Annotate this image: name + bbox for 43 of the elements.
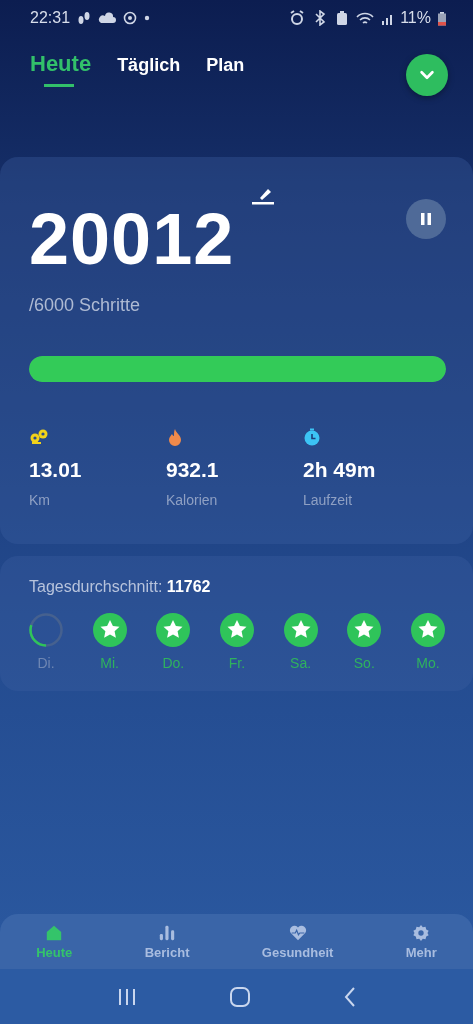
day-label: Di. <box>37 655 55 671</box>
day-label: So. <box>353 655 375 671</box>
stat-value: 13.01 <box>29 458 82 482</box>
location-pins-icon <box>29 428 49 446</box>
step-count: 20012 <box>29 203 235 275</box>
cloud-icon <box>98 11 117 25</box>
day-label: Sa. <box>290 655 312 671</box>
settings-icon <box>412 923 431 942</box>
dot-icon <box>144 15 151 21</box>
day-label: Fr. <box>228 655 246 671</box>
stat-value: 2h 49m <box>303 458 376 482</box>
wifi-icon <box>356 11 375 25</box>
day-label: Mo. <box>416 655 440 671</box>
stat-label: Km <box>29 492 50 508</box>
tab[interactable]: Täglich <box>117 46 181 90</box>
battery-saver-icon <box>335 10 350 26</box>
pencil-icon[interactable] <box>252 187 275 205</box>
battery-percentage: 11% <box>400 9 431 27</box>
bar-chart-icon <box>158 923 177 942</box>
expand-button[interactable] <box>406 54 448 96</box>
pause-icon <box>420 212 432 226</box>
alarm-icon <box>289 10 306 26</box>
house-icon <box>45 923 64 942</box>
pause-button[interactable] <box>406 199 446 239</box>
tab[interactable]: Plan <box>206 46 245 90</box>
day-label: Do. <box>162 655 185 671</box>
nav-tab[interactable]: Gesundheit <box>255 914 340 969</box>
back-icon[interactable] <box>343 985 358 1008</box>
daily-average: Tagesdurchschnitt: 11762 <box>29 578 212 596</box>
home-icon[interactable] <box>229 985 252 1008</box>
target-icon <box>123 11 138 25</box>
heart-pulse-icon <box>288 923 307 942</box>
nav-tab[interactable]: Mehr <box>399 914 443 969</box>
stat-value: 932.1 <box>166 458 219 482</box>
clock-time: 22:31 <box>30 9 71 27</box>
footsteps-icon <box>77 10 92 26</box>
day-label: Mi. <box>100 655 119 671</box>
battery-icon <box>438 10 446 26</box>
stat-label: Laufzeit <box>303 492 353 508</box>
step-goal: /6000 Schritte <box>29 295 142 316</box>
nav-tab[interactable]: Heute <box>30 914 79 969</box>
stat-label: Kalorien <box>166 492 218 508</box>
nav-tab[interactable]: Bericht <box>138 914 196 969</box>
